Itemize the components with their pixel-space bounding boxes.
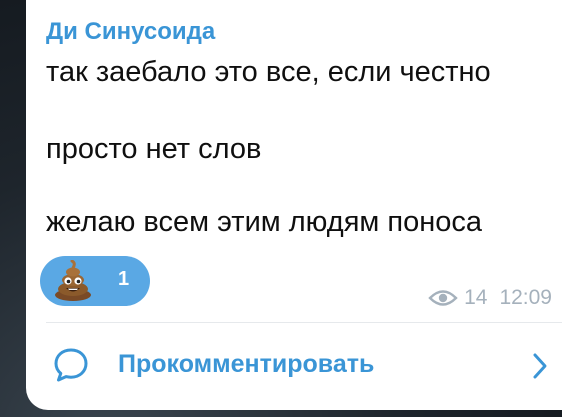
pile-of-poo-icon — [55, 260, 91, 301]
message-text-line: желаю всем этим людям поноса — [46, 206, 483, 238]
reaction-chip[interactable]: 1 — [40, 256, 150, 306]
sender-name[interactable]: Ди Синусоида — [46, 18, 215, 46]
reaction-count: 1 — [118, 268, 130, 290]
comment-icon — [54, 348, 88, 382]
message-bubble[interactable]: Ди Синусоида так заебало это все, если ч… — [26, 0, 562, 410]
message-text-line: так заебало это все, если честно — [46, 56, 491, 88]
view-count: 14 — [464, 286, 488, 309]
comments-button[interactable]: Прокомментировать — [26, 326, 562, 410]
message-text-line: просто нет слов — [46, 133, 262, 165]
divider — [46, 322, 562, 323]
message-meta: 14 12:09 — [428, 286, 552, 310]
comments-label: Прокомментировать — [118, 350, 375, 378]
chevron-right-icon — [533, 353, 547, 379]
eye-icon — [428, 290, 458, 306]
message-time: 12:09 — [499, 286, 552, 309]
